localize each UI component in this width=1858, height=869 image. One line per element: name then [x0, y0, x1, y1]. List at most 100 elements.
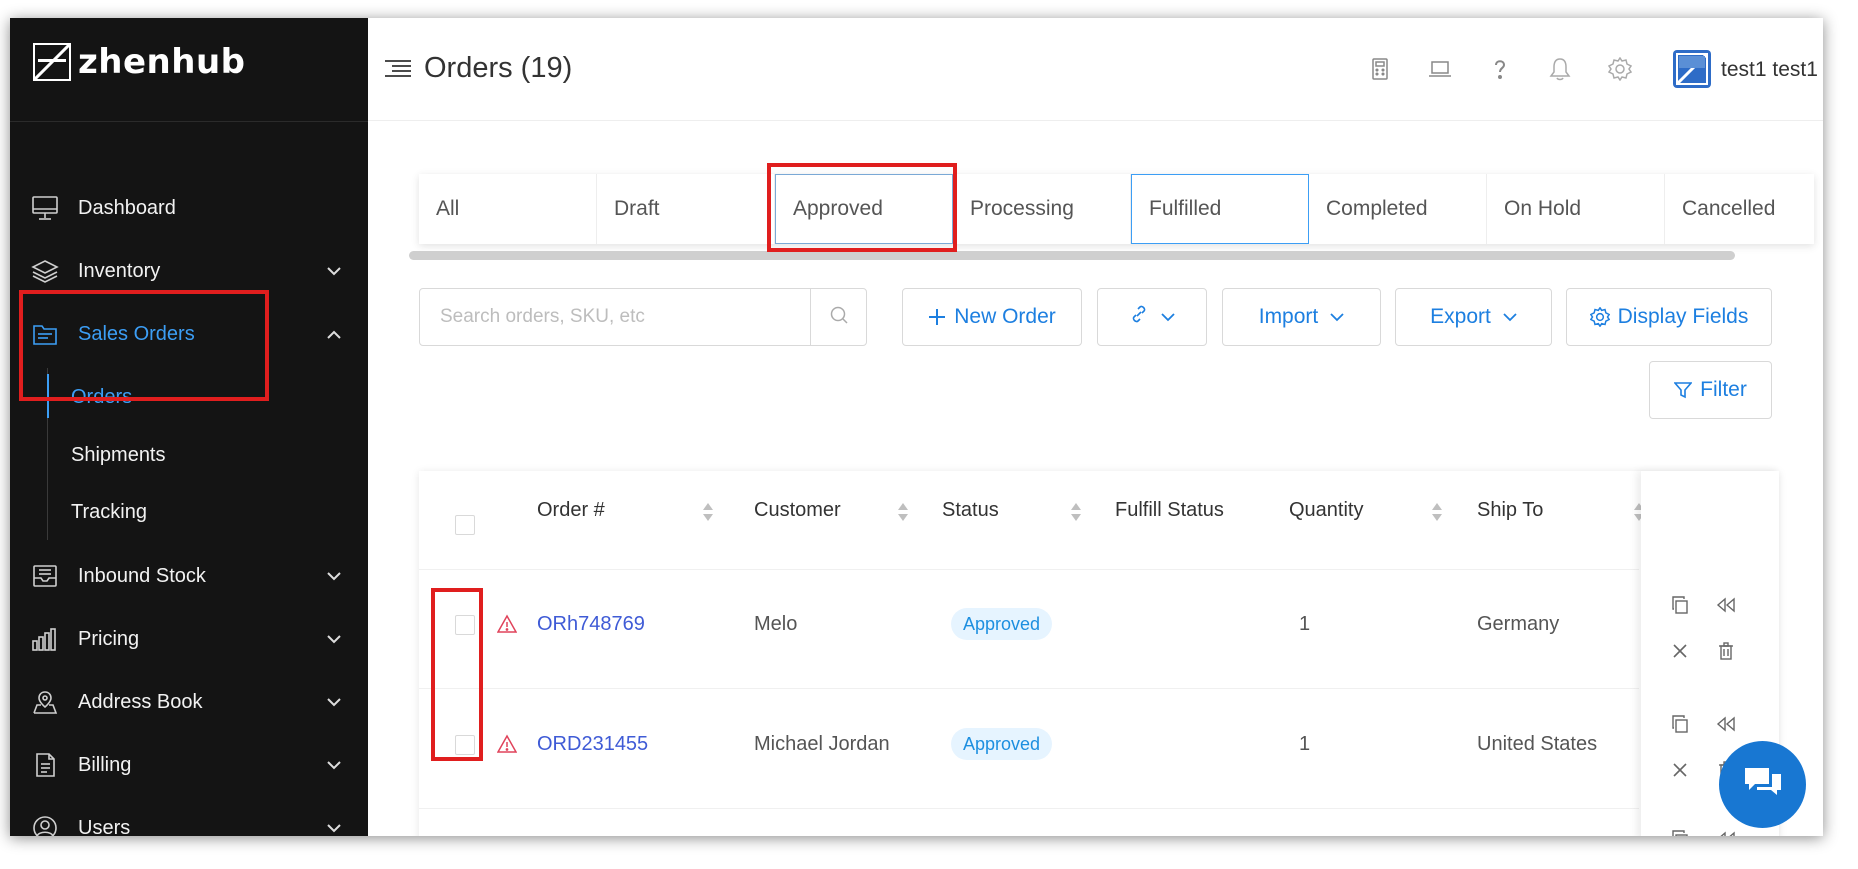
- sidebar-subitem-shipments[interactable]: Shipments: [71, 444, 166, 467]
- customer-cell: Melo: [754, 613, 798, 635]
- sidebar-subitem-orders[interactable]: Orders: [71, 386, 132, 409]
- row-checkbox[interactable]: [455, 735, 475, 755]
- app-window: zhenhub Dashboard Inventory Sales Orders…: [10, 18, 1823, 836]
- order-number-link[interactable]: ORD231455: [537, 733, 648, 756]
- monitor-icon: [30, 193, 60, 223]
- menu-toggle-icon[interactable]: [384, 58, 412, 80]
- document-icon: [30, 750, 60, 780]
- gear-icon: [1589, 307, 1610, 327]
- rewind-icon[interactable]: [1715, 713, 1737, 735]
- warning-icon: [496, 734, 518, 754]
- tab-on-hold[interactable]: On Hold: [1487, 174, 1665, 244]
- copy-icon[interactable]: [1669, 594, 1691, 616]
- users-icon: [30, 813, 60, 836]
- column-header-fulfill-status[interactable]: Fulfill Status: [1115, 499, 1224, 522]
- folder-icon: [30, 319, 60, 349]
- rewind-icon[interactable]: [1715, 594, 1737, 616]
- column-header-customer[interactable]: Customer: [754, 499, 841, 522]
- logo-mark-icon: [33, 43, 71, 81]
- plus-icon: [928, 308, 946, 326]
- sidebar-item-address-book[interactable]: Address Book: [10, 676, 368, 728]
- row-divider: [419, 688, 1639, 689]
- new-order-button[interactable]: New Order: [902, 288, 1082, 346]
- sort-icon[interactable]: [1070, 501, 1082, 523]
- sidebar-item-pricing[interactable]: Pricing: [10, 613, 368, 665]
- sidebar-item-billing[interactable]: Billing: [10, 739, 368, 791]
- user-name[interactable]: test1 test1: [1721, 58, 1818, 82]
- tab-completed[interactable]: Completed: [1309, 174, 1487, 244]
- display-fields-button[interactable]: Display Fields: [1566, 288, 1772, 346]
- filter-button[interactable]: Filter: [1649, 361, 1772, 419]
- link-dropdown-button[interactable]: [1097, 288, 1207, 346]
- chevron-down-icon: [1503, 312, 1517, 322]
- sidebar-item-label: Billing: [78, 753, 132, 776]
- sidebar-item-label: Users: [78, 816, 131, 837]
- new-order-label: New Order: [954, 305, 1056, 328]
- close-icon[interactable]: [1669, 759, 1691, 781]
- sidebar-divider: [10, 121, 368, 122]
- trash-icon[interactable]: [1715, 640, 1737, 662]
- copy-icon[interactable]: [1669, 713, 1691, 735]
- export-button[interactable]: Export: [1395, 288, 1552, 346]
- status-badge: Approved: [951, 728, 1053, 760]
- tabs-scrollbar[interactable]: [409, 251, 1735, 260]
- help-icon[interactable]: [1487, 56, 1513, 82]
- select-all-checkbox[interactable]: [455, 515, 475, 535]
- column-header-quantity[interactable]: Quantity: [1289, 499, 1363, 522]
- close-icon[interactable]: [1669, 640, 1691, 662]
- search-button[interactable]: [810, 289, 867, 345]
- calculator-icon[interactable]: [1367, 56, 1393, 82]
- row-checkbox[interactable]: [455, 615, 475, 635]
- customer-cell: Michael Jordan: [754, 733, 890, 755]
- chevron-down-icon: [1161, 312, 1175, 322]
- chevron-down-icon: [326, 820, 342, 836]
- column-header-status[interactable]: Status: [942, 499, 999, 522]
- gear-icon[interactable]: [1607, 56, 1633, 82]
- sort-icon[interactable]: [897, 501, 909, 523]
- warning-icon: [496, 614, 518, 634]
- sidebar-item-sales-orders[interactable]: Sales Orders: [10, 308, 368, 360]
- search-input[interactable]: [420, 289, 810, 345]
- search-icon: [829, 305, 849, 330]
- filter-label: Filter: [1700, 378, 1747, 401]
- rewind-icon[interactable]: [1715, 828, 1737, 836]
- row-divider: [419, 808, 1639, 809]
- tab-draft[interactable]: Draft: [597, 174, 775, 244]
- avatar[interactable]: [1673, 50, 1711, 88]
- bell-icon[interactable]: [1547, 56, 1573, 82]
- import-button[interactable]: Import: [1222, 288, 1381, 346]
- order-number-link[interactable]: ORh748769: [537, 613, 645, 636]
- chat-button[interactable]: [1719, 741, 1806, 828]
- row-divider: [419, 569, 1639, 570]
- sidebar-subitem-tracking[interactable]: Tracking: [71, 501, 147, 524]
- chevron-down-icon: [1330, 312, 1344, 322]
- orders-table: Order # Customer Status Fulfill Status Q…: [419, 471, 1779, 836]
- sidebar-item-inventory[interactable]: Inventory: [10, 245, 368, 297]
- sidebar-item-label: Pricing: [78, 627, 140, 650]
- brand-logo[interactable]: zhenhub: [33, 38, 246, 86]
- sidebar-item-label: Dashboard: [78, 196, 176, 219]
- column-header-ship-to[interactable]: Ship To: [1477, 499, 1543, 522]
- quantity-cell: 1: [1299, 613, 1311, 635]
- sort-icon[interactable]: [702, 501, 714, 523]
- sort-icon[interactable]: [1431, 501, 1443, 523]
- copy-icon[interactable]: [1669, 828, 1691, 836]
- tab-all[interactable]: All: [419, 174, 597, 244]
- tab-processing[interactable]: Processing: [953, 174, 1131, 244]
- quantity-cell: 1: [1299, 733, 1311, 755]
- sidebar-item-label: Inventory: [78, 259, 161, 282]
- sidebar-item-label: Address Book: [78, 690, 203, 713]
- tab-fulfilled[interactable]: Fulfilled: [1131, 174, 1309, 244]
- sidebar-item-label: Sales Orders: [78, 322, 195, 345]
- column-header-order[interactable]: Order #: [537, 499, 605, 522]
- tab-approved[interactable]: Approved: [775, 174, 953, 244]
- bar-chart-icon: [30, 624, 60, 654]
- sidebar-item-dashboard[interactable]: Dashboard: [10, 182, 368, 234]
- sidebar-item-users[interactable]: Users: [10, 802, 368, 836]
- search-box: [419, 288, 867, 346]
- sidebar-item-inbound-stock[interactable]: Inbound Stock: [10, 550, 368, 602]
- tab-cancelled[interactable]: Cancelled: [1665, 174, 1814, 244]
- ship-to-cell: United States: [1477, 733, 1598, 755]
- chevron-down-icon: [326, 568, 342, 584]
- laptop-icon[interactable]: [1427, 56, 1453, 82]
